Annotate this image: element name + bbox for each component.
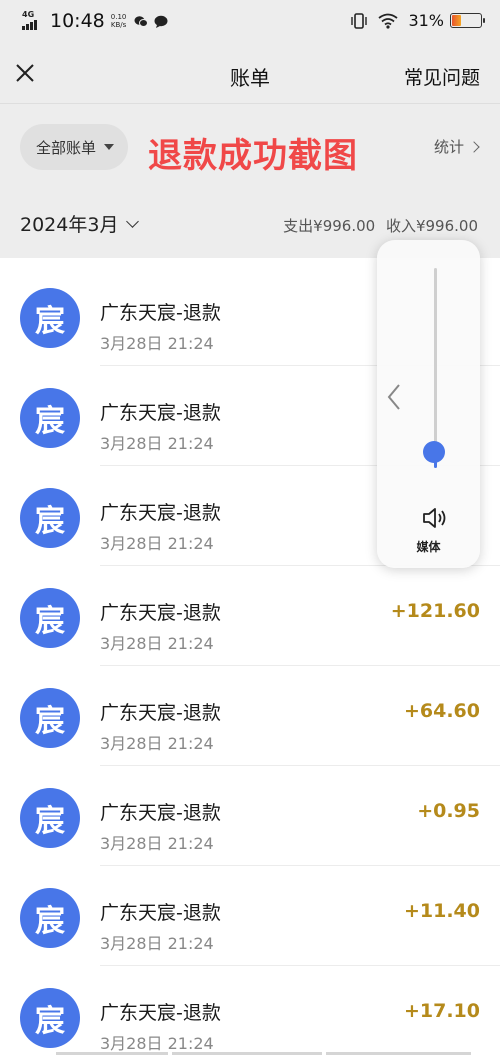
all-bills-label: 全部账单 bbox=[36, 138, 97, 157]
income-total: 收入¥996.00 bbox=[385, 217, 478, 235]
month-summary: 支出¥996.00 收入¥996.00 bbox=[277, 215, 478, 236]
transaction-time: 3月28日 21:24 bbox=[100, 334, 214, 353]
merchant-avatar: 宸 bbox=[20, 488, 80, 548]
filter-row: 全部账单 退款成功截图 统计 bbox=[0, 104, 500, 188]
transaction-time: 3月28日 21:24 bbox=[100, 534, 214, 553]
signal-icon: 4G bbox=[22, 11, 44, 31]
stats-button[interactable]: 统计 bbox=[433, 136, 480, 157]
transaction-name: 广东天宸-退款 bbox=[100, 1002, 221, 1024]
merchant-avatar: 宸 bbox=[20, 988, 80, 1048]
transaction-amount: +64.60 bbox=[403, 700, 480, 722]
nav-bar: 账单 常见问题 bbox=[0, 42, 500, 104]
annotation-text: 退款成功截图 bbox=[148, 136, 358, 176]
transaction-time: 3月28日 21:24 bbox=[100, 634, 214, 653]
transaction-time: 3月28日 21:24 bbox=[100, 734, 214, 753]
merchant-avatar: 宸 bbox=[20, 688, 80, 748]
transaction-time: 3月28日 21:24 bbox=[100, 434, 214, 453]
transaction-amount: +11.40 bbox=[403, 900, 480, 922]
message-icon bbox=[154, 15, 168, 28]
battery-percent: 31% bbox=[408, 11, 444, 30]
vibrate-icon bbox=[351, 12, 368, 29]
list-item[interactable]: 宸 广东天宸-退款 3月28日 21:24 +17.10 bbox=[0, 966, 500, 1055]
month-picker[interactable]: 2024年3月 bbox=[20, 210, 140, 237]
list-item[interactable]: 宸 广东天宸-退款 3月28日 21:24 +64.60 bbox=[0, 666, 500, 766]
volume-panel: 媒体 bbox=[377, 240, 480, 568]
stats-label: 统计 bbox=[433, 138, 464, 156]
transaction-name: 广东天宸-退款 bbox=[100, 802, 221, 824]
list-item[interactable]: 宸 广东天宸-退款 3月28日 21:24 +11.40 bbox=[0, 866, 500, 966]
battery-icon bbox=[450, 13, 485, 28]
merchant-avatar: 宸 bbox=[20, 388, 80, 448]
all-bills-dropdown[interactable]: 全部账单 bbox=[20, 124, 129, 170]
speaker-icon[interactable] bbox=[421, 506, 449, 530]
month-label: 2024年3月 bbox=[20, 214, 119, 236]
transaction-name: 广东天宸-退款 bbox=[100, 702, 221, 724]
chevron-right-icon bbox=[468, 140, 480, 153]
caret-down-icon bbox=[104, 144, 115, 150]
merchant-avatar: 宸 bbox=[20, 288, 80, 348]
transaction-amount: +17.10 bbox=[403, 1000, 480, 1022]
merchant-avatar: 宸 bbox=[20, 888, 80, 948]
speed-value: 0.10 bbox=[110, 13, 127, 21]
transaction-name: 广东天宸-退款 bbox=[100, 402, 221, 424]
faq-button[interactable]: 常见问题 bbox=[404, 63, 480, 90]
transaction-amount: +0.95 bbox=[417, 800, 480, 822]
transaction-name: 广东天宸-退款 bbox=[100, 302, 221, 324]
merchant-avatar: 宸 bbox=[20, 588, 80, 648]
transaction-name: 广东天宸-退款 bbox=[100, 902, 221, 924]
status-time: 10:48 bbox=[50, 10, 105, 32]
speed-unit: KB/s bbox=[110, 21, 127, 29]
transaction-time: 3月28日 21:24 bbox=[100, 934, 214, 953]
transaction-amount: +121.60 bbox=[390, 600, 480, 622]
chevron-down-icon bbox=[126, 214, 140, 228]
list-item[interactable]: 宸 广东天宸-退款 3月28日 21:24 +0.95 bbox=[0, 766, 500, 866]
battery-fill bbox=[452, 15, 461, 26]
transaction-time: 3月28日 21:24 bbox=[100, 1034, 214, 1053]
volume-label: 媒体 bbox=[416, 540, 441, 554]
volume-thumb[interactable] bbox=[423, 441, 445, 463]
network-speed: 0.10 KB/s bbox=[111, 13, 127, 29]
network-type: 4G bbox=[22, 10, 35, 19]
expense-total: 支出¥996.00 bbox=[283, 217, 376, 235]
merchant-avatar: 宸 bbox=[20, 788, 80, 848]
volume-slider[interactable] bbox=[434, 268, 437, 468]
wechat-icon bbox=[134, 15, 149, 27]
wifi-icon bbox=[378, 13, 398, 29]
status-bar: 4G 10:48 0.10 KB/s 31% bbox=[0, 0, 500, 42]
transaction-name: 广东天宸-退款 bbox=[100, 602, 221, 624]
transaction-name: 广东天宸-退款 bbox=[100, 502, 221, 524]
list-item[interactable]: 宸 广东天宸-退款 3月28日 21:24 +121.60 bbox=[0, 566, 500, 666]
transaction-time: 3月28日 21:24 bbox=[100, 834, 214, 853]
chevron-left-icon[interactable] bbox=[385, 382, 403, 412]
